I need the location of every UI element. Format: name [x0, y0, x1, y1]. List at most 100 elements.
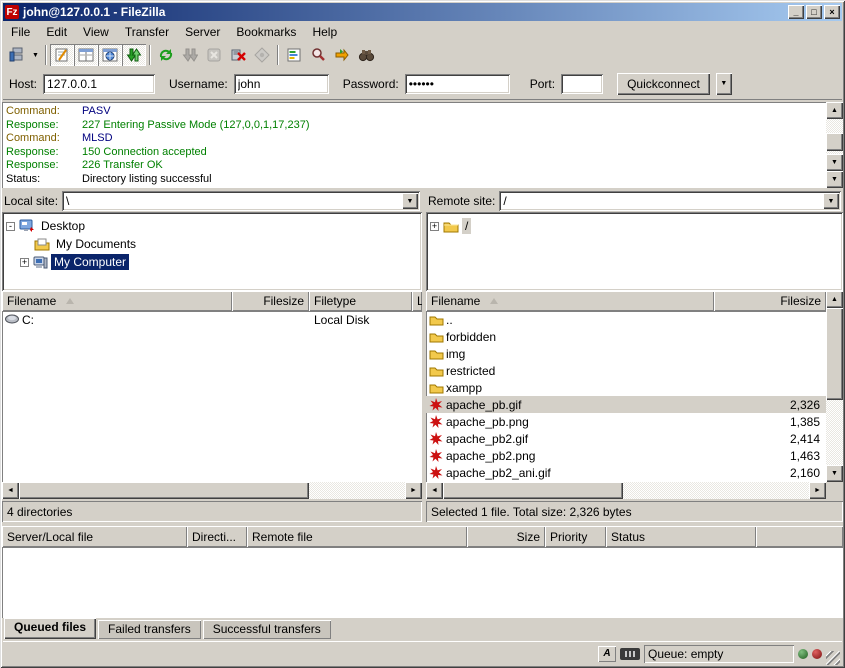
column-header-priority[interactable]: Priority: [545, 526, 606, 547]
scroll-up-icon[interactable]: ▲: [826, 102, 843, 119]
column-header-filetype[interactable]: Filetype: [309, 291, 412, 311]
log-label: Response:: [6, 159, 82, 173]
column-header-status[interactable]: Status: [606, 526, 756, 547]
remote-file-row[interactable]: apache_pb.png1,385: [426, 413, 826, 430]
remote-file-row[interactable]: restricted: [426, 362, 826, 379]
app-icon: Fz: [5, 5, 19, 19]
column-header-filesize[interactable]: Filesize: [714, 291, 826, 311]
menu-view[interactable]: View: [75, 23, 117, 41]
menu-file[interactable]: File: [3, 23, 38, 41]
tab-failed-transfers[interactable]: Failed transfers: [98, 620, 201, 639]
close-button[interactable]: ×: [824, 5, 840, 19]
scroll-left-icon[interactable]: ◄: [426, 482, 443, 499]
toggle-queue-button[interactable]: [122, 44, 146, 66]
synchronized-browsing-button[interactable]: [330, 44, 354, 66]
resize-grip[interactable]: [826, 651, 840, 665]
remote-scroll-thumb-h[interactable]: [443, 482, 623, 499]
menu-help[interactable]: Help: [304, 23, 345, 41]
remote-file-row[interactable]: img: [426, 345, 826, 362]
scroll-down-icon[interactable]: ▼: [826, 154, 843, 171]
remote-file-row[interactable]: apache_pb2.gif2,414: [426, 430, 826, 447]
local-tree-icon: [78, 47, 94, 63]
tab-queued-files[interactable]: Queued files: [4, 618, 96, 639]
scroll-right-icon[interactable]: ►: [405, 482, 422, 499]
data-type-ascii-icon[interactable]: A: [598, 646, 616, 662]
remote-file-row-selected[interactable]: apache_pb.gif2,326: [426, 396, 826, 413]
toggle-message-log-button[interactable]: [50, 44, 74, 66]
queue-icon: [126, 47, 142, 63]
tree-item-root[interactable]: + /: [430, 217, 839, 235]
tree-item-my-documents[interactable]: My Documents: [6, 235, 418, 253]
toggle-local-tree-button[interactable]: [74, 44, 98, 66]
column-header-size[interactable]: Size: [467, 526, 545, 547]
remote-scroll-thumb[interactable]: [826, 308, 843, 400]
remote-file-row[interactable]: ..: [426, 311, 826, 328]
column-header-lastmodified[interactable]: L: [412, 291, 422, 311]
column-header-direction[interactable]: Directi...: [187, 526, 247, 547]
scroll-right-icon[interactable]: ►: [809, 482, 826, 499]
column-header-server-local-file[interactable]: Server/Local file: [2, 526, 187, 547]
port-input[interactable]: [561, 74, 603, 94]
find-files-button[interactable]: [354, 44, 378, 66]
minimize-button[interactable]: _: [788, 5, 804, 19]
local-horizontal-scrollbar[interactable]: ◄ ►: [2, 482, 422, 499]
disconnect-button[interactable]: [226, 44, 250, 66]
site-manager-button[interactable]: [5, 44, 29, 66]
scroll-up-icon[interactable]: ▲: [826, 291, 843, 308]
remote-horizontal-scrollbar[interactable]: ◄ ►: [426, 482, 826, 499]
refresh-button[interactable]: [154, 44, 178, 66]
toggle-remote-tree-button[interactable]: [98, 44, 122, 66]
collapse-icon[interactable]: -: [6, 222, 15, 231]
menu-transfer[interactable]: Transfer: [117, 23, 177, 41]
reconnect-button[interactable]: [250, 44, 274, 66]
scroll-down-icon[interactable]: ▼: [826, 171, 843, 188]
maximize-button[interactable]: □: [806, 5, 822, 19]
remote-vertical-scrollbar[interactable]: ▲ ▼: [826, 291, 843, 482]
username-input[interactable]: [234, 74, 329, 94]
quickconnect-button[interactable]: Quickconnect: [617, 73, 710, 95]
chevron-down-icon[interactable]: ▼: [823, 193, 839, 209]
transfer-queue-list[interactable]: [2, 547, 843, 618]
remote-site-combobox[interactable]: / ▼: [499, 191, 841, 211]
quickconnect-dropdown[interactable]: ▼: [716, 73, 732, 95]
expand-icon[interactable]: +: [20, 258, 29, 267]
local-scroll-thumb[interactable]: [19, 482, 309, 499]
process-queue-button[interactable]: [178, 44, 202, 66]
apache-file-icon: [429, 415, 443, 428]
process-queue-icon: [182, 47, 198, 63]
log-vertical-scrollbar[interactable]: ▲ ▼ ▼: [826, 102, 843, 188]
column-header-remote-file[interactable]: Remote file: [247, 526, 467, 547]
remote-file-row[interactable]: xampp: [426, 379, 826, 396]
remote-file-row[interactable]: apache_pb2.png1,463: [426, 447, 826, 464]
local-site-combobox[interactable]: \ ▼: [62, 191, 420, 211]
tree-item-my-computer[interactable]: + My Computer: [6, 253, 418, 271]
column-header-filesize[interactable]: Filesize: [232, 291, 309, 311]
cancel-button[interactable]: [202, 44, 226, 66]
file-size: 2,160: [726, 466, 826, 480]
log-scroll-thumb[interactable]: [826, 133, 843, 151]
menu-edit[interactable]: Edit: [38, 23, 75, 41]
scroll-down-icon[interactable]: ▼: [826, 465, 843, 482]
remote-file-row[interactable]: apache_pb2_ani.gif2,160: [426, 464, 826, 481]
chevron-down-icon[interactable]: ▼: [402, 193, 418, 209]
tree-item-desktop[interactable]: - Desktop: [6, 217, 418, 235]
message-log-icon: [54, 47, 70, 63]
scroll-left-icon[interactable]: ◄: [2, 482, 19, 499]
speed-limit-icon[interactable]: [620, 648, 640, 660]
local-file-row[interactable]: C: Local Disk: [2, 311, 422, 328]
remote-file-row[interactable]: forbidden: [426, 328, 826, 345]
file-name: img: [446, 347, 726, 361]
menu-bookmarks[interactable]: Bookmarks: [228, 23, 304, 41]
directory-compare-button[interactable]: [306, 44, 330, 66]
password-input[interactable]: [405, 74, 510, 94]
expand-icon[interactable]: +: [430, 222, 439, 231]
host-input[interactable]: [43, 74, 155, 94]
site-manager-dropdown[interactable]: ▼: [29, 44, 42, 66]
menu-server[interactable]: Server: [177, 23, 228, 41]
compare-icon: [310, 47, 326, 63]
tab-successful-transfers[interactable]: Successful transfers: [203, 620, 331, 639]
column-header-filename[interactable]: Filename: [426, 291, 714, 311]
column-header-filename[interactable]: Filename: [2, 291, 232, 311]
directory-filter-button[interactable]: [282, 44, 306, 66]
tree-item-label: Desktop: [38, 218, 88, 234]
